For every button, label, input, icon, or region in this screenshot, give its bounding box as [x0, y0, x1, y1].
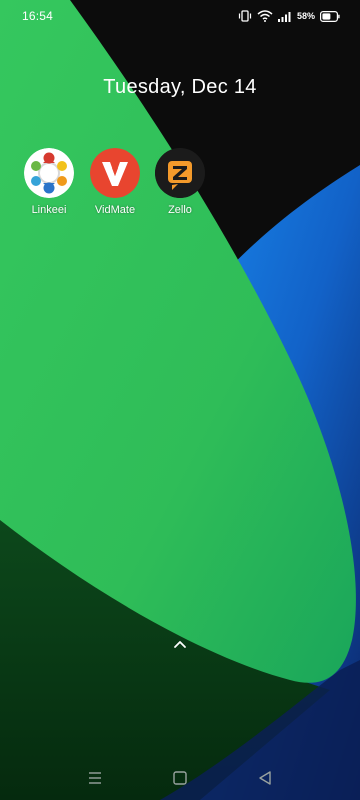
- date-widget[interactable]: Tuesday, Dec 14: [0, 76, 360, 99]
- app-label-vidmate: VidMate: [94, 204, 136, 216]
- zello-icon[interactable]: [155, 148, 205, 198]
- battery-icon: [320, 10, 340, 22]
- menu-icon[interactable]: [85, 768, 105, 788]
- back-triangle-icon[interactable]: [255, 768, 275, 788]
- status-time: 16:54: [22, 9, 54, 23]
- app-linkeei[interactable]: Linkeei: [16, 148, 82, 216]
- vibrate-icon: [238, 10, 252, 22]
- app-vidmate[interactable]: VidMate: [82, 148, 148, 216]
- home-square-icon[interactable]: [170, 768, 190, 788]
- app-label-zello: Zello: [168, 204, 192, 216]
- app-label-linkeei: Linkeei: [31, 204, 67, 216]
- battery-percent: 58%: [296, 11, 315, 21]
- status-icons: 58%: [238, 8, 340, 24]
- chevron-up-icon[interactable]: [172, 638, 188, 650]
- status-bar: 16:54 58%: [0, 0, 360, 32]
- signal-icon: [277, 11, 292, 22]
- home-screen: 16:54 58% Tuesday, Dec 14 Linkeei VidMat…: [0, 0, 360, 800]
- app-zello[interactable]: Zello: [147, 148, 213, 216]
- wifi-icon: [257, 10, 273, 22]
- wallpaper: [0, 0, 360, 800]
- linkeei-icon[interactable]: [24, 148, 74, 198]
- vidmate-icon[interactable]: [90, 148, 140, 198]
